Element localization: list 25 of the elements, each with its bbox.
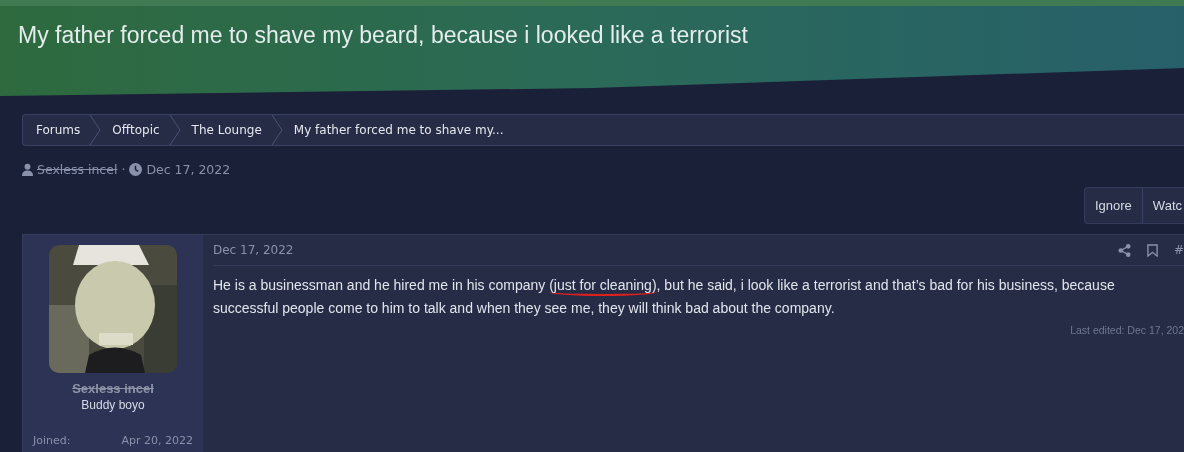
- breadcrumb-link[interactable]: Offtopic: [111, 123, 169, 137]
- chevron-icon: [270, 115, 283, 145]
- post-number-link[interactable]: #: [1173, 243, 1184, 257]
- chevron-icon: [168, 115, 181, 145]
- breadcrumb-link[interactable]: Forums: [36, 123, 90, 137]
- last-edited-note: Last edited: Dec 17, 202: [1070, 324, 1184, 336]
- stat-value: Apr 20, 2022: [121, 434, 193, 447]
- share-icon[interactable]: [1117, 243, 1131, 257]
- action-button[interactable]: Watc: [1142, 188, 1184, 223]
- clock-icon: [129, 163, 143, 176]
- post-date[interactable]: Dec 17, 2022: [213, 243, 294, 257]
- stat-label: Joined:: [33, 434, 71, 447]
- chevron-icon: [89, 115, 102, 145]
- bookmark-icon[interactable]: [1146, 243, 1158, 257]
- breadcrumb-link[interactable]: The Lounge: [190, 123, 271, 137]
- separator-dot: ·: [121, 162, 126, 177]
- author-link[interactable]: Sexless incel: [37, 162, 118, 177]
- username[interactable]: Sexless incel: [72, 381, 154, 396]
- thread-date: Dec 17, 2022: [146, 162, 231, 177]
- breadcrumb-link[interactable]: My father forced me to shave my...: [292, 123, 513, 137]
- user-title: Buddy boyo: [81, 398, 145, 412]
- thread-title: My father forced me to shave my beard, because i looked like a terrorist: [18, 22, 749, 49]
- user-icon: [22, 163, 33, 176]
- post-text: He is a businessman and he hired me in his company (just for cleaning), but he said, i look like a terrorist and that’s bad for his business, because successful people come to him to talk and when they see me, they will think bad about the company.: [213, 276, 1116, 318]
- action-button[interactable]: Ignore: [1085, 188, 1143, 223]
